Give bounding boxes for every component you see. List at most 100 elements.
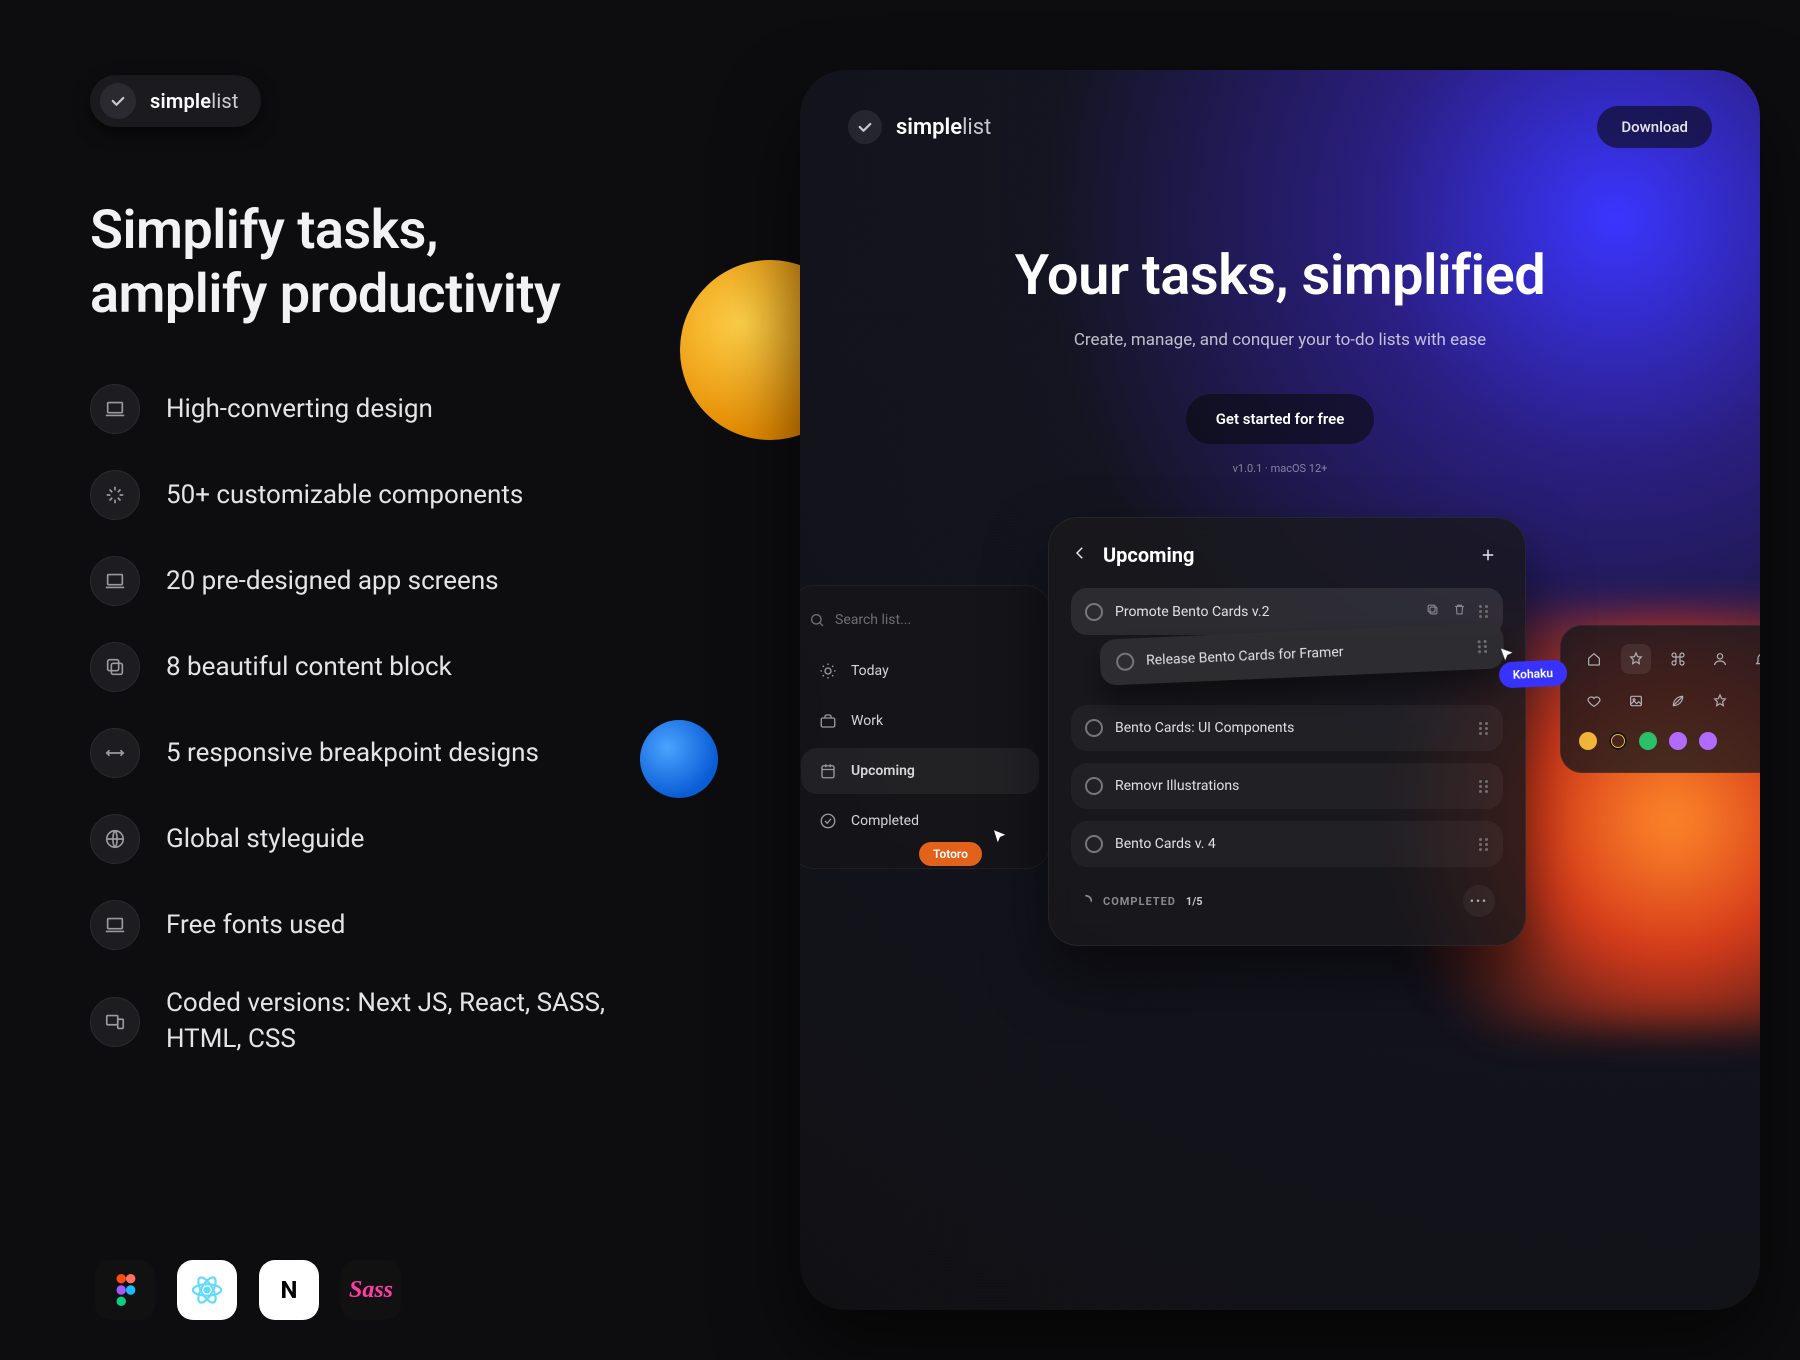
task-checkbox[interactable] — [1085, 719, 1103, 737]
feature-item: Free fonts used — [90, 900, 730, 950]
sidebar-item-today[interactable]: Today — [801, 648, 1039, 694]
hero-headline: Simplify tasks, amplify productivity — [90, 199, 730, 326]
color-swatches — [1579, 732, 1760, 750]
tech-badges: N Sass — [95, 1260, 401, 1320]
copy-icon — [90, 642, 140, 692]
search-placeholder: Search list... — [835, 612, 911, 628]
star-outline-icon[interactable] — [1705, 686, 1735, 716]
check-circle-icon — [819, 812, 837, 830]
completed-count: 1/5 — [1186, 895, 1203, 908]
user-cursor-tag-totoro: Totoro — [919, 842, 982, 866]
task-checkbox[interactable] — [1085, 777, 1103, 795]
heart-icon[interactable] — [1579, 686, 1609, 716]
brand-name: simplelist — [150, 89, 239, 113]
react-icon — [177, 1260, 237, 1320]
task-label: Promote Bento Cards v.2 — [1115, 604, 1270, 620]
color-swatch[interactable] — [1699, 732, 1717, 750]
feature-item: Coded versions: Next JS, React, SASS, HT… — [90, 986, 730, 1056]
devices-icon — [90, 997, 140, 1047]
sidebar-item-label: Upcoming — [851, 763, 915, 779]
icon-picker-card — [1560, 625, 1760, 773]
task-label: Release Bento Cards for Framer — [1146, 644, 1344, 669]
feature-text: Free fonts used — [166, 910, 345, 940]
arrows-horizontal-icon — [90, 728, 140, 778]
sidebar-item-label: Completed — [851, 813, 919, 829]
app-hero-subtitle: Create, manage, and conquer your to-do l… — [800, 330, 1760, 350]
search-input[interactable]: Search list... — [800, 604, 1049, 644]
feature-item: 20 pre-designed app screens — [90, 556, 730, 606]
sidebar-item-work[interactable]: Work — [801, 698, 1039, 744]
brand-pill: simplelist — [90, 75, 261, 127]
user-cursor-tag-kohaku: Kohaku — [1498, 659, 1567, 688]
sass-icon: Sass — [341, 1260, 401, 1320]
task-checkbox[interactable] — [1085, 835, 1103, 853]
command-icon[interactable] — [1663, 644, 1693, 674]
color-swatch[interactable] — [1579, 732, 1597, 750]
feature-item: High-converting design — [90, 384, 730, 434]
progress-icon — [1079, 894, 1093, 908]
task-row[interactable]: Bento Cards v. 4 — [1071, 821, 1503, 867]
task-row[interactable]: Removr Illustrations — [1071, 763, 1503, 809]
drag-handle-icon[interactable] — [1479, 780, 1489, 793]
sidebar-item-upcoming[interactable]: Upcoming — [801, 748, 1039, 794]
feature-text: 20 pre-designed app screens — [166, 566, 499, 596]
get-started-button[interactable]: Get started for free — [1186, 394, 1375, 444]
task-label: Bento Cards: UI Components — [1115, 720, 1294, 736]
bell-icon[interactable] — [1747, 644, 1760, 674]
task-label: Removr Illustrations — [1115, 778, 1239, 794]
user-icon[interactable] — [1705, 644, 1735, 674]
sun-icon — [819, 662, 837, 680]
search-icon — [809, 612, 825, 628]
add-task-button[interactable] — [1473, 540, 1503, 570]
image-icon[interactable] — [1621, 686, 1651, 716]
task-row[interactable]: Bento Cards: UI Components — [1071, 705, 1503, 751]
feature-text: Coded versions: Next JS, React, SASS, HT… — [166, 986, 626, 1056]
drag-handle-icon[interactable] — [1478, 639, 1489, 652]
download-button[interactable]: Download — [1597, 106, 1712, 148]
app-brand: simplelist — [848, 110, 991, 144]
back-icon[interactable] — [1071, 544, 1089, 566]
trash-icon[interactable] — [1452, 602, 1467, 621]
app-header: simplelist Download — [800, 70, 1760, 184]
feature-list: High-converting design 50+ customizable … — [90, 384, 730, 1056]
brand-name: simplelist — [896, 115, 991, 140]
version-text: v1.0.1 · macOS 12+ — [800, 462, 1760, 475]
laptop-icon — [90, 384, 140, 434]
sidebar-item-label: Work — [851, 713, 883, 729]
card-title: Upcoming — [1103, 543, 1194, 567]
task-checkbox[interactable] — [1085, 603, 1103, 621]
copy-icon[interactable] — [1425, 602, 1440, 621]
feature-text: 50+ customizable components — [166, 480, 523, 510]
more-button[interactable]: ••• — [1463, 885, 1495, 917]
check-icon — [100, 83, 136, 119]
upcoming-card: Upcoming Promote Bento Cards v.2 Bento C… — [1048, 517, 1526, 946]
calendar-icon — [819, 762, 837, 780]
sidebar-card: Search list... Today Work Upcoming Compl… — [800, 585, 1050, 869]
feature-text: 5 responsive breakpoint designs — [166, 738, 539, 768]
color-swatch[interactable] — [1669, 732, 1687, 750]
home-icon[interactable] — [1579, 644, 1609, 674]
feature-text: Global styleguide — [166, 824, 364, 854]
figma-icon — [95, 1260, 155, 1320]
nextjs-icon: N — [259, 1260, 319, 1320]
task-checkbox[interactable] — [1116, 652, 1135, 671]
laptop-icon — [90, 556, 140, 606]
feature-item: 8 beautiful content block — [90, 642, 730, 692]
app-preview-frame: simplelist Download Your tasks, simplifi… — [800, 70, 1760, 1310]
drag-handle-icon[interactable] — [1479, 722, 1489, 735]
drag-handle-icon[interactable] — [1479, 838, 1489, 851]
briefcase-icon — [819, 712, 837, 730]
drag-handle-icon[interactable] — [1479, 605, 1489, 618]
star-icon[interactable] — [1621, 644, 1651, 674]
globe-icon — [90, 814, 140, 864]
sidebar-item-label: Today — [851, 663, 889, 679]
color-swatch[interactable] — [1639, 732, 1657, 750]
leaf-icon[interactable] — [1663, 686, 1693, 716]
feature-item: 5 responsive breakpoint designs — [90, 728, 730, 778]
feature-item: Global styleguide — [90, 814, 730, 864]
completed-label: COMPLETED — [1103, 895, 1176, 908]
feature-item: 50+ customizable components — [90, 470, 730, 520]
color-swatch-selected[interactable] — [1609, 732, 1627, 750]
sparkle-icon — [90, 470, 140, 520]
check-icon — [848, 110, 882, 144]
